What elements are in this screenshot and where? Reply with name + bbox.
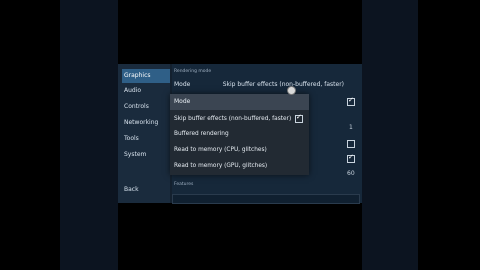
dropdown-option-label: Read to memory (GPU, glitches) [174,163,268,169]
sidebar-item-tools[interactable]: Tools [122,132,170,146]
mode-label: Mode [174,81,191,88]
sidebar-item-controls[interactable]: Controls [122,100,170,114]
dropdown-option-label: Read to memory (CPU, glitches) [174,147,267,153]
settings-sidebar: Graphics Audio Controls Networking Tools… [118,64,170,203]
dropdown-option[interactable]: Buffered rendering [174,127,305,141]
dropdown-option[interactable]: Read to memory (CPU, glitches) [174,143,305,157]
section-header-features: Features [174,182,194,187]
sidebar-item-audio[interactable]: Audio [122,84,170,98]
features-field[interactable] [172,194,360,204]
dropdown-option[interactable]: Skip buffer effects (non-buffered, faste… [174,112,305,126]
dropdown-option-label: Buffered rendering [174,131,229,137]
sidebar-item-networking[interactable]: Networking [122,116,170,130]
sidebar-item-system[interactable]: System [122,148,170,162]
back-button[interactable]: Back [122,183,170,197]
setting-checkbox[interactable] [347,96,355,106]
sidebar-item-graphics[interactable]: Graphics [122,69,170,83]
pointer-cursor [287,86,296,95]
left-blur-backdrop [60,0,118,270]
dropdown-option[interactable]: Read to memory (GPU, glitches) [174,159,305,173]
dropdown-option-label: Skip buffer effects (non-buffered, faste… [174,116,292,122]
setting-checkbox[interactable] [347,140,355,148]
setting-value: 60 [347,170,355,177]
dropdown-title: Mode [170,94,309,110]
setting-checkbox[interactable] [347,153,355,163]
checkmark-icon [295,113,303,123]
right-blur-backdrop [362,0,418,270]
setting-value: 1 [349,124,353,131]
mode-dropdown: Mode Skip buffer effects (non-buffered, … [170,94,309,175]
mode-setting-row[interactable]: Mode Skip buffer effects (non-buffered, … [172,78,358,92]
mode-value: Skip buffer effects (non-buffered, faste… [222,81,344,88]
section-header-rendering: Rendering mode [174,69,212,74]
